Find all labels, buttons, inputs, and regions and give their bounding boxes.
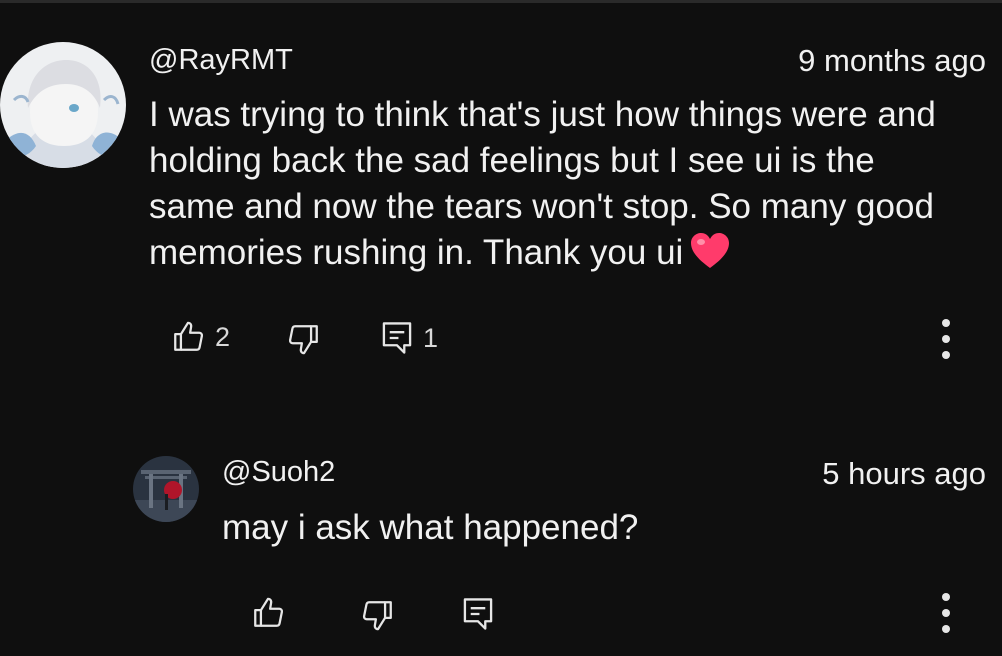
reply-icon bbox=[381, 320, 413, 356]
comment-line: holding back the sad feelings but I see … bbox=[149, 141, 875, 180]
comment-author[interactable]: @RayRMT bbox=[149, 44, 293, 77]
reply-button[interactable]: 1 bbox=[381, 320, 438, 356]
reply-icon bbox=[462, 596, 494, 632]
comment-line: memories rushing in. Thank you ui bbox=[149, 233, 684, 272]
like-count: 2 bbox=[215, 321, 231, 352]
reply-dislike-button[interactable] bbox=[361, 598, 395, 632]
reply-more-options-button[interactable] bbox=[931, 590, 961, 640]
like-button[interactable]: 2 bbox=[171, 320, 230, 354]
comment-line-last: memories rushing in. Thank you ui bbox=[149, 230, 731, 282]
more-options-button[interactable] bbox=[931, 316, 961, 366]
reply-reply-button[interactable] bbox=[462, 596, 494, 632]
reply-avatar[interactable] bbox=[133, 456, 199, 522]
reply-text: may i ask what happened? bbox=[222, 508, 639, 547]
top-divider bbox=[0, 0, 1002, 3]
like-icon bbox=[251, 596, 285, 630]
avatar-image bbox=[133, 456, 199, 522]
comment-line: same and now the tears won't stop. So ma… bbox=[149, 187, 934, 226]
dislike-icon bbox=[287, 322, 321, 356]
comment-line: I was trying to think that's just how th… bbox=[149, 95, 936, 134]
dislike-button[interactable] bbox=[287, 322, 321, 356]
heart-emoji-icon bbox=[689, 232, 731, 282]
reply-like-button[interactable] bbox=[251, 596, 285, 630]
reply-count: 1 bbox=[423, 322, 439, 353]
more-vert-icon bbox=[942, 319, 950, 359]
avatar-image bbox=[0, 42, 126, 168]
more-vert-icon bbox=[942, 593, 950, 633]
dislike-icon bbox=[361, 598, 395, 632]
avatar[interactable] bbox=[0, 42, 126, 168]
reply-author[interactable]: @Suoh2 bbox=[222, 456, 335, 489]
like-icon bbox=[171, 320, 205, 354]
comment-timestamp[interactable]: 9 months ago bbox=[798, 43, 986, 79]
reply-timestamp[interactable]: 5 hours ago bbox=[822, 456, 986, 492]
